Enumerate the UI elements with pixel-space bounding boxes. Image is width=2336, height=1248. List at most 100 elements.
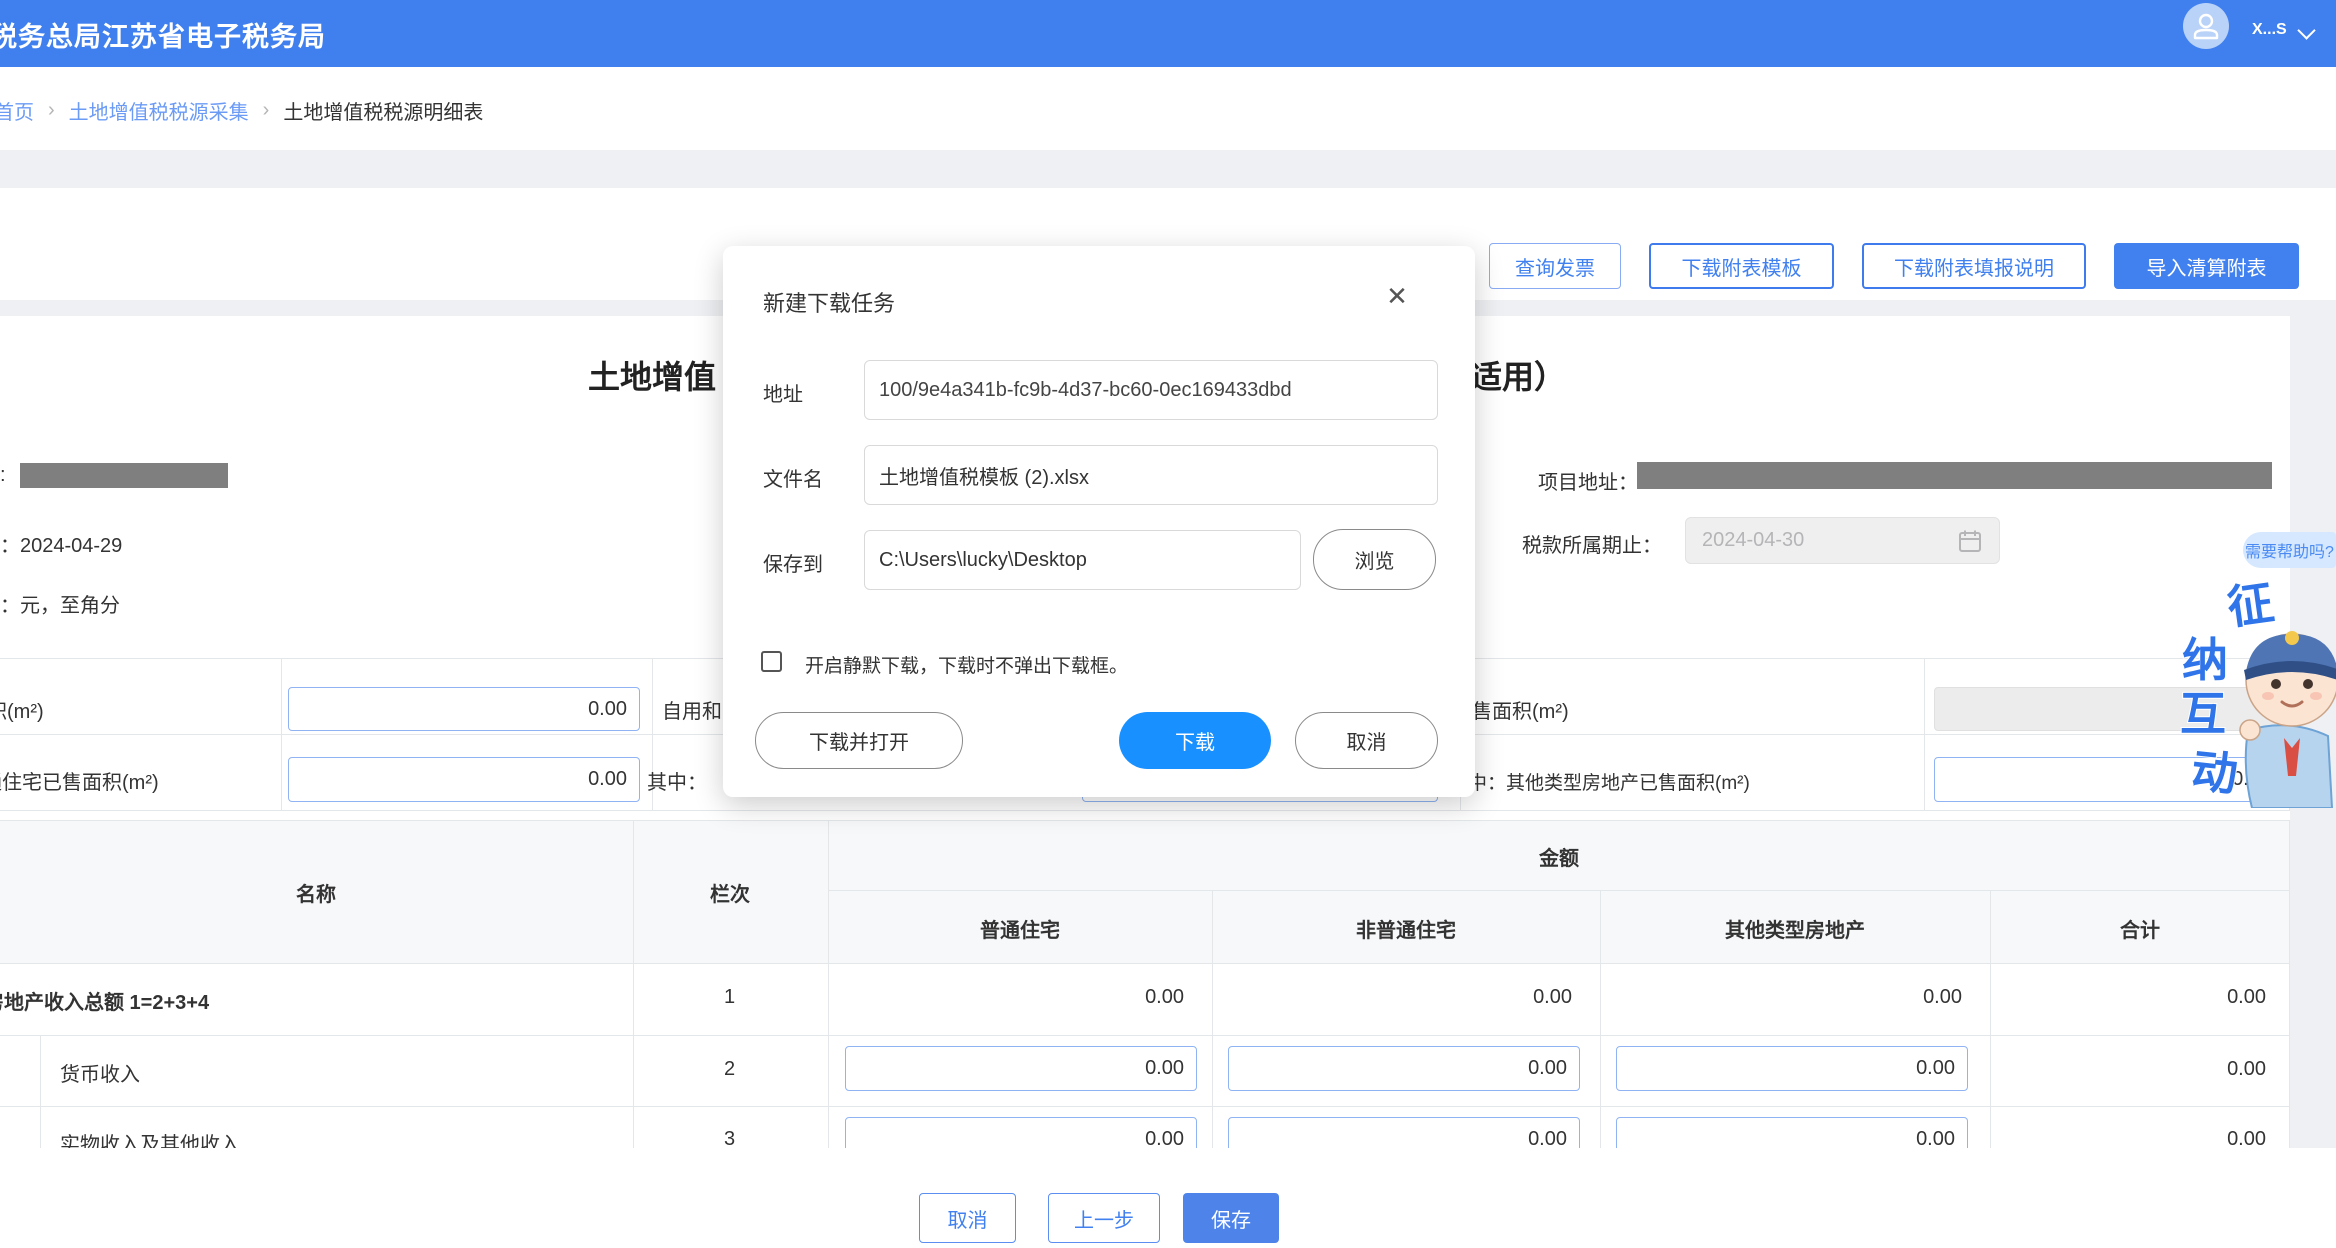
amount-table: 名称 栏次 金额 普通住宅 非普通住宅 其他类型房地产 合计 房地产收入总额 1…	[0, 820, 2290, 1148]
table-border	[1924, 658, 1925, 810]
site-title: 税务总局江苏省电子税务局	[0, 15, 326, 54]
import-attachment-button[interactable]: 导入清算附表	[2114, 243, 2299, 289]
browse-button[interactable]: 浏览	[1313, 529, 1436, 590]
save-to-label: 保存到	[763, 548, 823, 577]
table-border	[1990, 890, 1991, 1148]
table-border	[0, 810, 2290, 811]
help-badge[interactable]: 需要帮助吗?	[2243, 532, 2336, 568]
download-button[interactable]: 下载	[1119, 712, 1271, 769]
residence-sold-input[interactable]	[288, 757, 640, 802]
svg-text:动: 动	[2189, 744, 2240, 801]
save-path-input[interactable]	[864, 530, 1301, 590]
table-border	[0, 820, 2290, 821]
col-header-total: 合计	[2120, 914, 2160, 943]
unit-value: 元，至角分	[20, 595, 120, 617]
table-border	[0, 1035, 2290, 1036]
row-name: 房地产收入总额 1=2+3+4	[0, 986, 209, 1015]
row-index: 1	[724, 986, 735, 1009]
col-header-ordinary: 普通住宅	[980, 914, 1060, 943]
table-border	[828, 890, 2290, 891]
page-title-left: 土地增值	[588, 352, 716, 398]
table-border	[1600, 890, 1601, 1148]
breadcrumb: 首页 › 土地增值税税源采集 › 土地增值税税源明细表	[0, 96, 483, 125]
period-date-value: 2024-04-30	[1702, 529, 1804, 552]
col-header-name: 名称	[296, 878, 336, 907]
breadcrumb-separator-icon: ›	[263, 99, 270, 122]
row-index: 3	[724, 1128, 735, 1148]
top-navbar: 税务总局江苏省电子税务局 X...S	[0, 0, 2336, 67]
area-input[interactable]	[288, 687, 640, 731]
address-input[interactable]	[864, 360, 1438, 420]
username-label[interactable]: X...S	[2252, 21, 2287, 39]
period-label: 税款所属期止：	[1522, 529, 1662, 558]
row-value-input[interactable]	[1616, 1117, 1968, 1148]
row-value-input[interactable]	[845, 1117, 1197, 1148]
download-template-button[interactable]: 下载附表模板	[1649, 243, 1834, 289]
date-prefix: ：	[0, 535, 20, 557]
masked-value	[1637, 462, 2272, 489]
save-button[interactable]: 保存	[1183, 1193, 1279, 1243]
row-name: 货币收入	[60, 1058, 140, 1087]
row-name: 实物收入及其他收入	[60, 1128, 240, 1148]
previous-step-button[interactable]: 上一步	[1048, 1193, 1160, 1243]
among-which-label: 其中：	[647, 766, 707, 795]
unit-line: ：元，至角分	[0, 589, 120, 618]
unit-prefix: ：	[0, 595, 20, 617]
col-header-other: 其他类型房地产	[1725, 914, 1865, 943]
person-icon	[2191, 11, 2221, 41]
download-open-button[interactable]: 下载并打开	[755, 712, 963, 769]
date-line: ：2024-04-29	[0, 529, 122, 558]
sold-area-label: 售面积(m²)	[1472, 695, 1569, 724]
mascot-illustration[interactable]: 征 纳 互 动	[2180, 580, 2336, 808]
filename-label: 文件名	[763, 463, 823, 492]
row-value: 0.00	[1533, 986, 1572, 1009]
row-value: 0.00	[1923, 986, 1962, 1009]
download-guide-button[interactable]: 下载附表填报说明	[1862, 243, 2086, 289]
user-avatar[interactable]	[2183, 3, 2229, 49]
project-address-label: 项目地址：	[1538, 466, 1638, 495]
download-dialog: 新建下载任务 ✕ 地址 文件名 保存到 浏览 开启静默下载，下载时不弹出下载框。…	[723, 246, 1475, 797]
silent-download-label: 开启静默下载，下载时不弹出下载框。	[805, 651, 1128, 678]
table-border	[633, 820, 634, 1148]
query-invoice-button[interactable]: 查询发票	[1489, 243, 1621, 289]
cancel-button[interactable]: 取消	[919, 1193, 1016, 1243]
row-value-input[interactable]	[1228, 1046, 1580, 1091]
filename-input[interactable]	[864, 445, 1438, 505]
breadcrumb-section[interactable]: 土地增值税税源采集	[69, 96, 249, 125]
self-use-label: 自用和	[662, 695, 722, 724]
svg-text:征: 征	[2224, 580, 2277, 634]
residence-sold-label: 通住宅已售面积(m²)	[0, 766, 159, 795]
period-date-input[interactable]: 2024-04-30	[1685, 517, 2000, 564]
row-value-input[interactable]	[1228, 1117, 1580, 1148]
dialog-cancel-button[interactable]: 取消	[1295, 712, 1438, 769]
masked-value	[20, 463, 228, 488]
table-border	[0, 963, 2290, 964]
date-value: 2024-04-29	[20, 535, 122, 557]
table-border	[281, 658, 282, 810]
row-value-input[interactable]	[1616, 1046, 1968, 1091]
chevron-down-icon[interactable]	[2297, 21, 2315, 39]
table-border	[2289, 820, 2290, 1148]
row-value: 0.00	[1145, 986, 1184, 1009]
background-band	[0, 150, 2336, 188]
table-border	[1212, 890, 1213, 1148]
table-header-bg	[0, 820, 2290, 963]
table-border	[0, 1106, 2290, 1107]
row-total: 0.00	[2227, 1058, 2266, 1081]
col-header-amount: 金额	[1539, 842, 1579, 871]
table-border	[40, 1035, 41, 1148]
other-type-sold-label: 中：其他类型房地产已售面积(m²)	[1468, 768, 1750, 795]
app-root: 税务总局江苏省电子税务局 X...S 首页 › 土地增值税税源采集 › 土地增值…	[0, 0, 2336, 1248]
close-icon[interactable]: ✕	[1379, 278, 1415, 314]
info-label-prefix: :	[0, 464, 6, 487]
col-header-non-ordinary: 非普通住宅	[1356, 914, 1456, 943]
row-total: 0.00	[2227, 986, 2266, 1009]
breadcrumb-home[interactable]: 首页	[0, 96, 34, 125]
svg-text:互: 互	[2180, 688, 2226, 740]
row-value-input[interactable]	[845, 1046, 1197, 1091]
col-header-index: 栏次	[710, 878, 750, 907]
silent-download-checkbox[interactable]	[761, 651, 782, 672]
row-index: 2	[724, 1058, 735, 1081]
dialog-title: 新建下载任务	[763, 286, 895, 318]
row-total: 0.00	[2227, 1128, 2266, 1148]
